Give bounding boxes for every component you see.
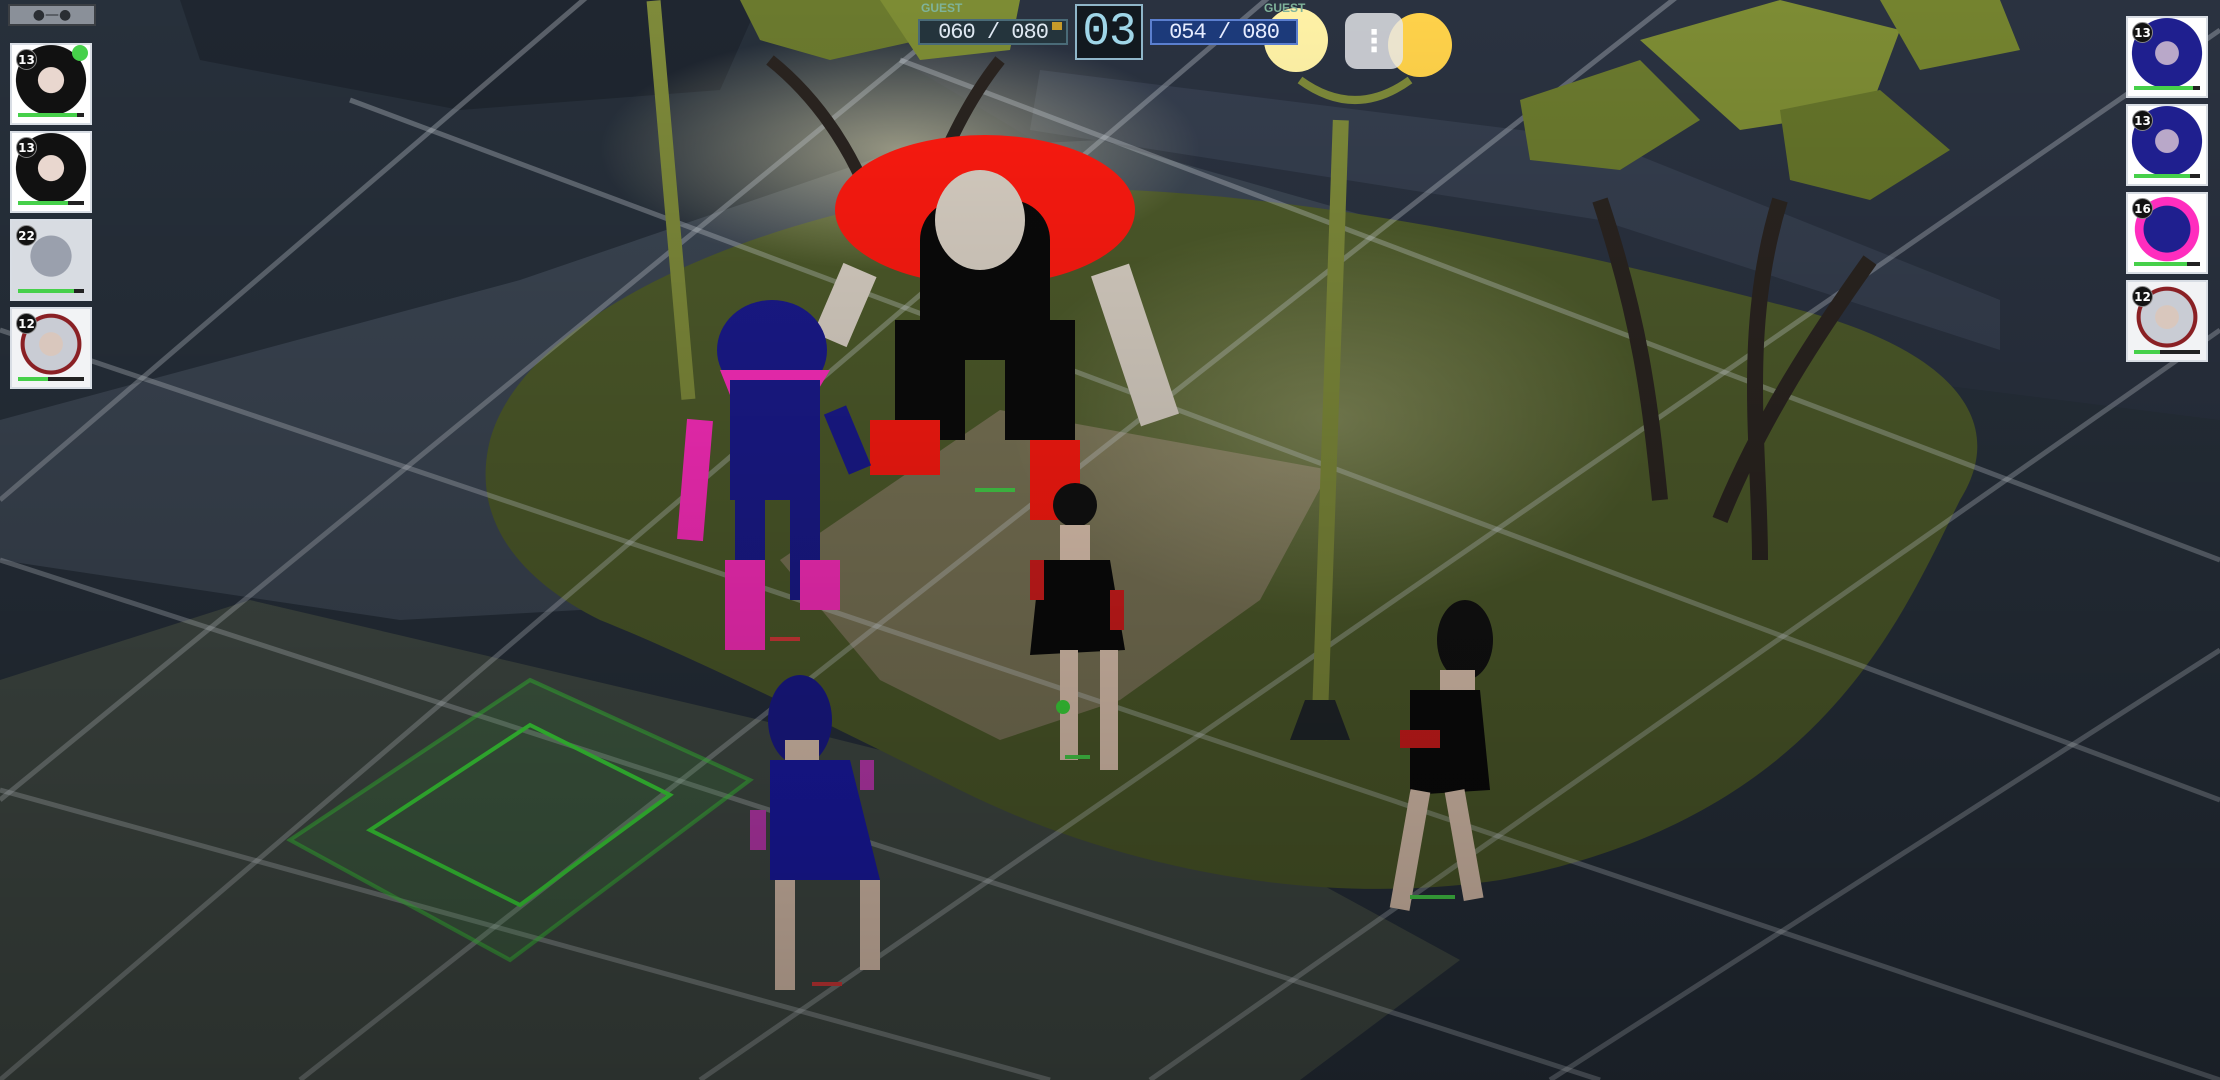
hp-bar-fill — [18, 201, 68, 205]
roster-portrait-blue-haired-heroine[interactable]: 13 — [2126, 16, 2208, 98]
hp-bar-fill — [2134, 174, 2191, 178]
hp-bar — [18, 377, 84, 381]
left-team-flag-icon — [1052, 22, 1062, 30]
roster-portrait-masked-hero[interactable]: 16 — [2126, 192, 2208, 274]
vertical-dots-icon: ⋮ — [1359, 23, 1389, 59]
roster-portrait-dark-haired-heroine[interactable]: 13 — [10, 131, 92, 213]
roster-portrait-dark-haired-heroine[interactable]: 13 — [10, 43, 92, 125]
hp-bar — [2134, 350, 2200, 354]
hp-bar — [18, 113, 84, 117]
level-badge: 12 — [2132, 286, 2153, 307]
roster-portrait-horned-sorceress[interactable]: 12 — [2126, 280, 2208, 362]
level-badge: 16 — [2132, 198, 2153, 219]
mask-icon: ●—● — [32, 7, 72, 23]
level-badge: 13 — [16, 49, 37, 70]
hp-bar — [2134, 86, 2200, 90]
right-team-score: 054 / 080 — [1150, 19, 1298, 45]
menu-button[interactable]: ●—● — [8, 4, 96, 26]
roster-portrait-grey-brute[interactable]: 22 — [10, 219, 92, 301]
level-badge: 13 — [16, 137, 37, 158]
hp-bar-fill — [18, 113, 78, 117]
hp-bar-fill — [2134, 262, 2187, 266]
hp-bar — [18, 289, 84, 293]
hp-bar — [18, 201, 84, 205]
left-team-label: GUEST — [921, 1, 963, 15]
shield-badge-icon — [72, 45, 88, 61]
hp-bar-fill — [18, 377, 48, 381]
roster-portrait-blue-haired-heroine[interactable]: 13 — [2126, 104, 2208, 186]
left-team-score: 060 / 080 — [918, 19, 1068, 45]
right-team-label: GUEST — [1264, 1, 1306, 15]
game-scene[interactable] — [0, 0, 2220, 1080]
level-badge: 22 — [16, 225, 37, 246]
vignette — [0, 0, 2220, 1080]
level-badge: 12 — [16, 313, 37, 334]
turn-counter: 03 — [1075, 4, 1143, 60]
roster-portrait-horned-sorceress[interactable]: 12 — [10, 307, 92, 389]
options-button[interactable]: ⋮ — [1345, 13, 1403, 69]
hp-bar — [2134, 174, 2200, 178]
level-badge: 13 — [2132, 22, 2153, 43]
hp-bar-fill — [2134, 350, 2161, 354]
hp-bar — [2134, 262, 2200, 266]
hp-bar-fill — [2134, 86, 2194, 90]
level-badge: 13 — [2132, 110, 2153, 131]
hp-bar-fill — [18, 289, 75, 293]
